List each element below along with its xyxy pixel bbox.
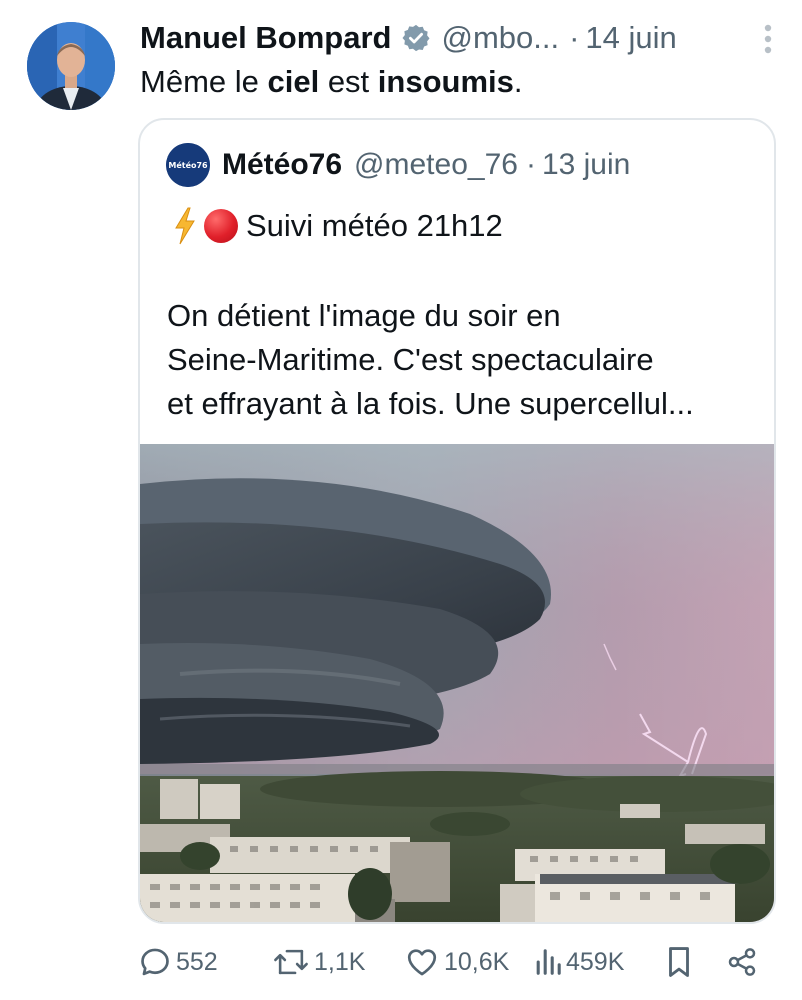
repost-icon — [274, 949, 308, 975]
post-text-part: . — [513, 64, 523, 99]
header-separator: · — [569, 20, 580, 55]
views-icon — [536, 949, 561, 975]
more-options-icon[interactable] — [762, 22, 774, 56]
share-icon — [728, 948, 756, 976]
bookmark-button[interactable] — [664, 940, 698, 984]
post-actions-bar: 552 1,1K 10,6K 459K — [138, 940, 772, 984]
share-button[interactable] — [726, 940, 762, 984]
post-text-part: est — [319, 64, 378, 99]
reply-button[interactable]: 552 — [138, 940, 218, 984]
like-button[interactable]: 10,6K — [404, 940, 509, 984]
post-text-bold: ciel — [267, 64, 320, 99]
author-avatar-image — [27, 22, 115, 110]
author-handle[interactable]: @mbo... — [441, 20, 559, 56]
quoted-post-text-line: Seine-Maritime. C'est spectaculaire — [167, 342, 654, 377]
quoted-post-header: Météo76 Météo76 @meteo_76 · 13 juin — [166, 142, 630, 188]
storm-photo-image — [140, 444, 774, 922]
post-text-part: Même le — [140, 64, 268, 99]
quoted-author-handle: @meteo_76 — [354, 148, 518, 181]
verified-badge-icon — [401, 23, 431, 53]
bookmark-icon — [669, 947, 689, 977]
views-count: 459K — [566, 947, 625, 976]
post-text-bold: insoumis — [377, 64, 514, 99]
quoted-post-photo[interactable] — [140, 444, 774, 922]
quoted-post-text: On détient l'image du soir en Seine-Mari… — [167, 294, 757, 426]
quoted-post-text-line: et effrayant à la fois. Une supercellul.… — [167, 386, 694, 421]
quoted-post-date: 13 juin — [541, 148, 631, 181]
quoted-post-text-line: On détient l'image du soir en — [167, 298, 561, 333]
post-header: Manuel Bompard @mbo... · 14 juin — [140, 16, 772, 60]
quoted-post-status: Suivi météo 21h12 — [246, 208, 503, 243]
like-count: 10,6K — [444, 947, 510, 976]
reply-icon — [141, 948, 169, 976]
quoted-author-name: Météo76 — [222, 148, 343, 181]
post-date[interactable]: 14 juin — [585, 20, 676, 56]
repost-button[interactable]: 1,1K — [272, 940, 365, 984]
repost-count: 1,1K — [314, 947, 366, 976]
views-button[interactable]: 459K — [534, 940, 624, 984]
post-text: Même le ciel est insoumis. — [140, 62, 523, 102]
reply-count: 552 — [176, 947, 218, 976]
quoted-post[interactable]: Météo76 Météo76 @meteo_76 · 13 juin Suiv… — [138, 118, 776, 924]
quoted-header-separator: · — [525, 148, 536, 181]
author-avatar[interactable] — [27, 22, 115, 110]
like-icon — [407, 949, 437, 976]
red-circle-emoji-icon — [204, 209, 238, 243]
quoted-author-avatar: Météo76 — [166, 143, 210, 187]
quoted-post-first-line: Suivi météo 21h12 — [174, 204, 503, 248]
author-name[interactable]: Manuel Bompard — [140, 20, 391, 56]
svg-text:Météo76: Météo76 — [168, 160, 208, 170]
lightning-emoji-icon — [174, 207, 196, 245]
